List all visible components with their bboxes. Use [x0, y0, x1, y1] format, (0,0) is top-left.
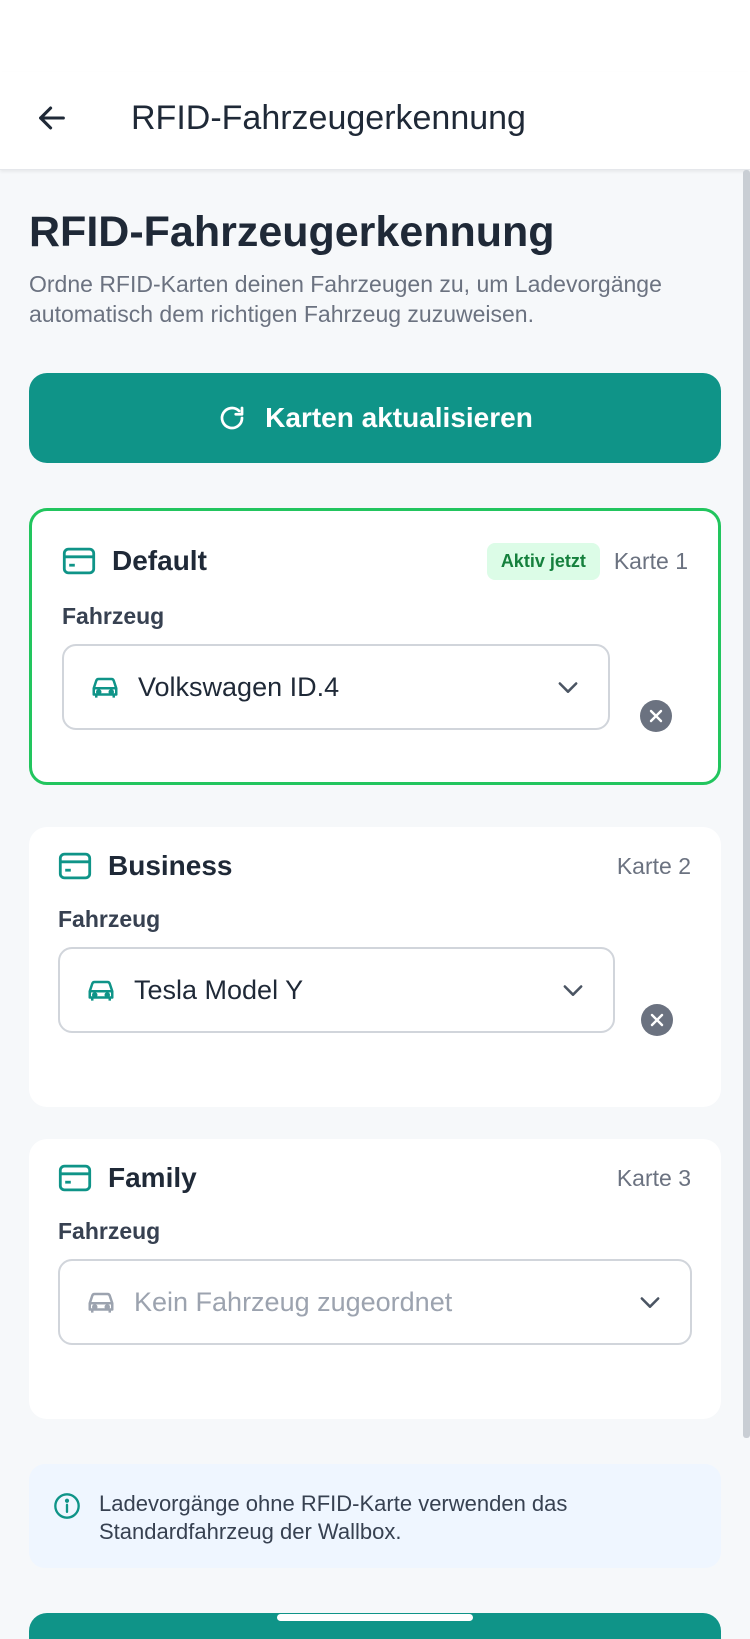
credit-card-icon	[58, 852, 92, 880]
card-header: Default Aktiv jetzt Karte 1	[62, 541, 688, 581]
refresh-cards-button[interactable]: Karten aktualisieren	[29, 373, 721, 463]
vehicle-field-label: Fahrzeug	[62, 603, 165, 629]
vehicle-select-value: Volkswagen ID.4	[138, 671, 340, 702]
card-number: Karte 2	[616, 852, 691, 879]
car-icon	[88, 980, 114, 1001]
card-header: Family Karte 3	[58, 1158, 691, 1198]
card-header: Business Karte 2	[58, 846, 691, 886]
card-number: Karte 1	[613, 547, 688, 574]
app-bar: RFID-Fahrzeugerkennung	[0, 72, 750, 170]
page-title: RFID-Fahrzeugerkennung	[29, 208, 555, 256]
vehicle-select-placeholder: Kein Fahrzeug zugeordnet	[134, 1286, 453, 1317]
rfid-card-business: Business Karte 2 Fahrzeug Tesla Model Y	[29, 827, 721, 1107]
close-icon	[650, 1013, 664, 1027]
credit-card-icon	[62, 547, 96, 575]
rfid-card-family: Family Karte 3 Fahrzeug Kein Fahrzeug zu…	[29, 1139, 721, 1419]
vehicle-select[interactable]: Volkswagen ID.4	[62, 644, 610, 730]
arrow-left-icon	[39, 106, 65, 130]
vehicle-select[interactable]: Kein Fahrzeug zugeordnet	[58, 1259, 692, 1345]
card-name: Default	[112, 545, 207, 576]
status-badge: Aktiv jetzt	[486, 542, 600, 580]
card-number: Karte 3	[616, 1164, 691, 1191]
clear-vehicle-button[interactable]	[641, 1004, 673, 1036]
chevron-down-icon	[558, 682, 578, 693]
car-icon	[88, 1292, 114, 1313]
back-button[interactable]	[30, 96, 74, 140]
info-box: Ladevorgänge ohne RFID-Karte verwenden d…	[29, 1464, 721, 1568]
credit-card-icon	[58, 1164, 92, 1192]
app-bar-title: RFID-Fahrzeugerkennung	[131, 99, 526, 137]
vehicle-field-label: Fahrzeug	[58, 1218, 161, 1244]
vehicle-field-label: Fahrzeug	[58, 906, 161, 932]
chevron-down-icon	[563, 985, 583, 996]
refresh-cards-label: Karten aktualisieren	[265, 402, 533, 433]
home-indicator	[277, 1614, 473, 1621]
scrollbar[interactable]	[743, 170, 750, 1438]
close-icon	[649, 709, 663, 723]
info-icon	[54, 1493, 80, 1519]
chevron-down-icon	[640, 1297, 660, 1308]
vehicle-select-value: Tesla Model Y	[134, 974, 304, 1005]
page-description: Ordne RFID-Karten deinen Fahrzeugen zu, …	[29, 271, 662, 327]
clear-vehicle-button[interactable]	[640, 700, 672, 732]
refresh-icon	[220, 406, 244, 430]
vehicle-select[interactable]: Tesla Model Y	[58, 947, 615, 1033]
info-text: Ladevorgänge ohne RFID-Karte verwenden d…	[99, 1491, 568, 1544]
card-name: Business	[108, 850, 233, 881]
car-icon	[92, 677, 118, 698]
status-bar	[0, 0, 750, 72]
card-name: Family	[108, 1162, 197, 1193]
rfid-card-default: Default Aktiv jetzt Karte 1 Fahrzeug Vol…	[29, 508, 721, 785]
